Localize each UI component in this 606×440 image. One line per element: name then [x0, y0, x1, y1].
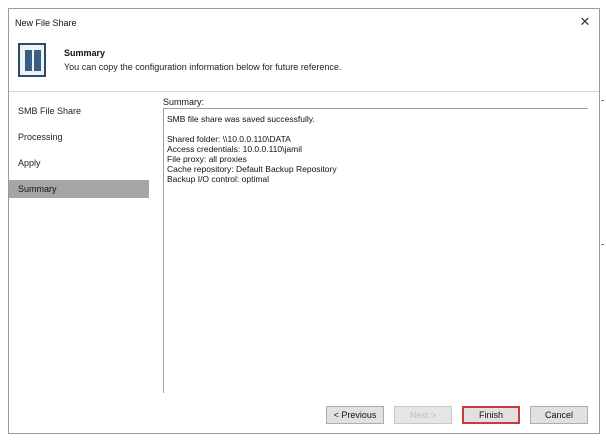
wizard-header: Summary You can copy the configuration i… [9, 35, 599, 92]
summary-blank-line [167, 124, 337, 134]
background-edge-mark [601, 100, 604, 101]
summary-line: Backup I/O control: optimal [167, 174, 270, 184]
summary-line: Shared folder: \\10.0.0.110\DATA [167, 134, 291, 144]
step-summary[interactable]: Summary [9, 180, 149, 198]
title-bar: New File Share ✕ [9, 9, 599, 35]
next-button[interactable]: Next > [394, 406, 452, 424]
summary-panel: Summary: SMB file share was saved succes… [162, 97, 589, 393]
summary-line: SMB file share was saved successfully. [167, 114, 315, 124]
wizard-steps: SMB File Share Processing Apply Summary [9, 91, 151, 391]
step-processing[interactable]: Processing [9, 128, 149, 146]
summary-textbox[interactable]: SMB file share was saved successfully. S… [163, 108, 588, 393]
previous-button[interactable]: < Previous [326, 406, 384, 424]
background-edge-mark [601, 244, 604, 245]
finish-button[interactable]: Finish [462, 406, 520, 424]
step-smb-file-share[interactable]: SMB File Share [9, 102, 149, 120]
header-title: Summary [64, 48, 106, 58]
wizard-footer: < Previous Next > Finish Cancel [9, 401, 599, 431]
header-subtitle: You can copy the configuration informati… [64, 62, 342, 72]
file-share-icon [18, 43, 46, 77]
summary-line: Cache repository: Default Backup Reposit… [167, 164, 337, 174]
summary-line: File proxy: all proxies [167, 154, 247, 164]
summary-line: Access credentials: 10.0.0.110\jamil [167, 144, 302, 154]
new-file-share-dialog: New File Share ✕ Summary You can copy th… [8, 8, 600, 434]
summary-text: SMB file share was saved successfully. S… [167, 114, 337, 184]
step-apply[interactable]: Apply [9, 154, 149, 172]
window-title: New File Share [15, 18, 77, 28]
summary-label: Summary: [163, 97, 205, 107]
close-icon[interactable]: ✕ [577, 15, 593, 29]
cancel-button[interactable]: Cancel [530, 406, 588, 424]
